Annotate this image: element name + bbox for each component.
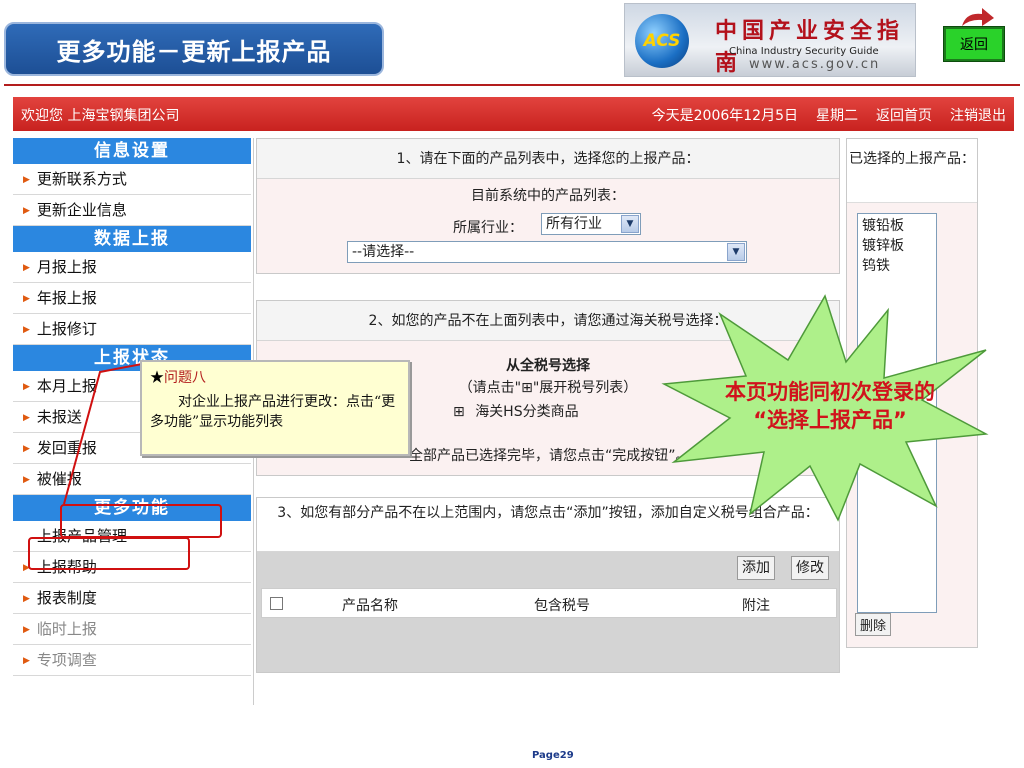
custom-product-table-header: 产品名称 包含税号 附注 (261, 588, 837, 618)
sidebar-item-label: 专项调查 (36, 651, 97, 669)
list-item[interactable]: 钨铁 (862, 256, 932, 276)
triangle-right-icon: ▶ (23, 382, 30, 392)
sidebar-item-monthly[interactable]: ▶ 月报上报 (13, 252, 251, 283)
star-icon: ★ (150, 370, 164, 386)
add-button[interactable]: 添加 (737, 556, 775, 580)
note-title: 问题八 (164, 370, 206, 386)
note-body: 对企业上报产品进行更改：点击“更多功能”显示功能列表 (150, 394, 396, 430)
question-note: ★问题八 对企业上报产品进行更改：点击“更多功能”显示功能列表 (140, 360, 410, 456)
col-product-name: 产品名称 (342, 598, 398, 614)
product-select-value: --请选择-- (352, 244, 415, 260)
triangle-right-icon: ▶ (23, 594, 30, 604)
industry-select[interactable]: 所有行业 ▼ (541, 213, 641, 235)
sidebar-item-label: 更新企业信息 (36, 201, 127, 219)
product-select[interactable]: --请选择-- ▼ (347, 241, 747, 263)
acs-logo: ACS 中国产业安全指南 China Industry Security Gui… (624, 3, 916, 77)
triangle-right-icon: ▶ (23, 206, 30, 216)
sidebar-item-label: 月报上报 (36, 258, 97, 276)
logout-link[interactable]: 注销退出 (950, 105, 1006, 125)
sidebar-item-label: 临时上报 (36, 620, 97, 638)
sidebar-item-label: 上报修订 (36, 320, 97, 338)
triangle-right-icon: ▶ (23, 444, 30, 454)
col-hs-code: 包含税号 (534, 598, 590, 614)
sidebar-item-yearly[interactable]: ▶ 年报上报 (13, 283, 251, 314)
triangle-right-icon: ▶ (23, 325, 30, 335)
chevron-down-icon[interactable]: ▼ (727, 243, 745, 261)
triangle-right-icon: ▶ (23, 294, 30, 304)
industry-select-value: 所有行业 (546, 216, 602, 232)
callout-line2: “选择上报产品” (753, 408, 907, 432)
highlight-more-functions (60, 504, 222, 538)
top-bar: 欢迎您 上海宝钢集团公司 今天是2006年12月5日 星期二 返回首页 注销退出 (13, 97, 1014, 131)
logo-url-text: www.acs.gov.cn (749, 57, 881, 72)
sidebar-item-system[interactable]: ▶ 报表制度 (13, 583, 251, 614)
weekday-text: 星期二 (816, 108, 858, 124)
expand-plus-icon[interactable]: ⊞ (453, 404, 465, 420)
chevron-down-icon[interactable]: ▼ (621, 215, 639, 233)
col-note: 附注 (742, 598, 770, 614)
triangle-right-icon: ▶ (23, 175, 30, 185)
triangle-right-icon: ▶ (23, 263, 30, 273)
sidebar-item-label: 报表制度 (36, 589, 97, 607)
back-button[interactable]: 返回 (943, 26, 1005, 62)
highlight-product-mgmt (28, 537, 190, 570)
sidebar-section-info: 信息设置 (13, 138, 251, 164)
sidebar-item-label: 年报上报 (36, 289, 97, 307)
sidebar-item-temp[interactable]: ▶ 临时上报 (13, 614, 251, 645)
callout-line1: 本页功能同初次登录的 (725, 380, 935, 404)
sidebar-section-data: 数据上报 (13, 226, 251, 252)
triangle-right-icon: ▶ (23, 656, 30, 666)
triangle-right-icon: ▶ (23, 413, 30, 423)
sidebar-item-revise[interactable]: ▶ 上报修订 (13, 314, 251, 345)
selected-products-heading: 已选择的上报产品： (847, 139, 977, 203)
page-number: Page29 (532, 750, 574, 761)
triangle-right-icon: ▶ (23, 475, 30, 485)
logo-en-text: China Industry Security Guide (729, 46, 879, 57)
industry-label: 所属行业： (453, 220, 523, 236)
list-item[interactable]: 镀锌板 (862, 236, 932, 256)
select-all-checkbox[interactable] (270, 597, 283, 610)
hs-tree-item[interactable]: ⊞ 海关HS分类商品 (453, 401, 579, 421)
callout-text: 本页功能同初次登录的 “选择上报产品” (700, 378, 960, 434)
product-list-panel: 1、请在下面的产品列表中，选择您的上报产品： 目前系统中的产品列表： 所属行业：… (256, 138, 840, 274)
return-arrow-icon (962, 8, 994, 26)
panel1-heading: 1、请在下面的产品列表中，选择您的上报产品： (257, 139, 839, 179)
product-list-label: 目前系统中的产品列表： (471, 188, 625, 204)
delete-button[interactable]: 删除 (855, 613, 892, 636)
welcome-text: 欢迎您 上海宝钢集团公司 (21, 108, 180, 124)
slide-title: 更多功能－更新上报产品 (4, 22, 384, 76)
globe-icon: ACS (635, 14, 689, 68)
connector-line (63, 363, 143, 505)
hs-tree-label: 海关HS分类商品 (475, 404, 579, 420)
list-item[interactable]: 镀铅板 (862, 216, 932, 236)
sidebar-item-company[interactable]: ▶ 更新企业信息 (13, 195, 251, 226)
header-divider (4, 84, 1020, 86)
finish-hint: 全部产品已选择完毕，请您点击“完成按钮”。 (409, 448, 690, 464)
sidebar-item-survey[interactable]: ▶ 专项调查 (13, 645, 251, 676)
home-link[interactable]: 返回首页 (876, 105, 932, 125)
triangle-right-icon: ▶ (23, 625, 30, 635)
edit-button[interactable]: 修改 (791, 556, 829, 580)
sidebar-item-contact[interactable]: ▶ 更新联系方式 (13, 164, 251, 195)
date-text: 今天是2006年12月5日 (651, 108, 798, 124)
sidebar-item-label: 更新联系方式 (36, 170, 127, 188)
